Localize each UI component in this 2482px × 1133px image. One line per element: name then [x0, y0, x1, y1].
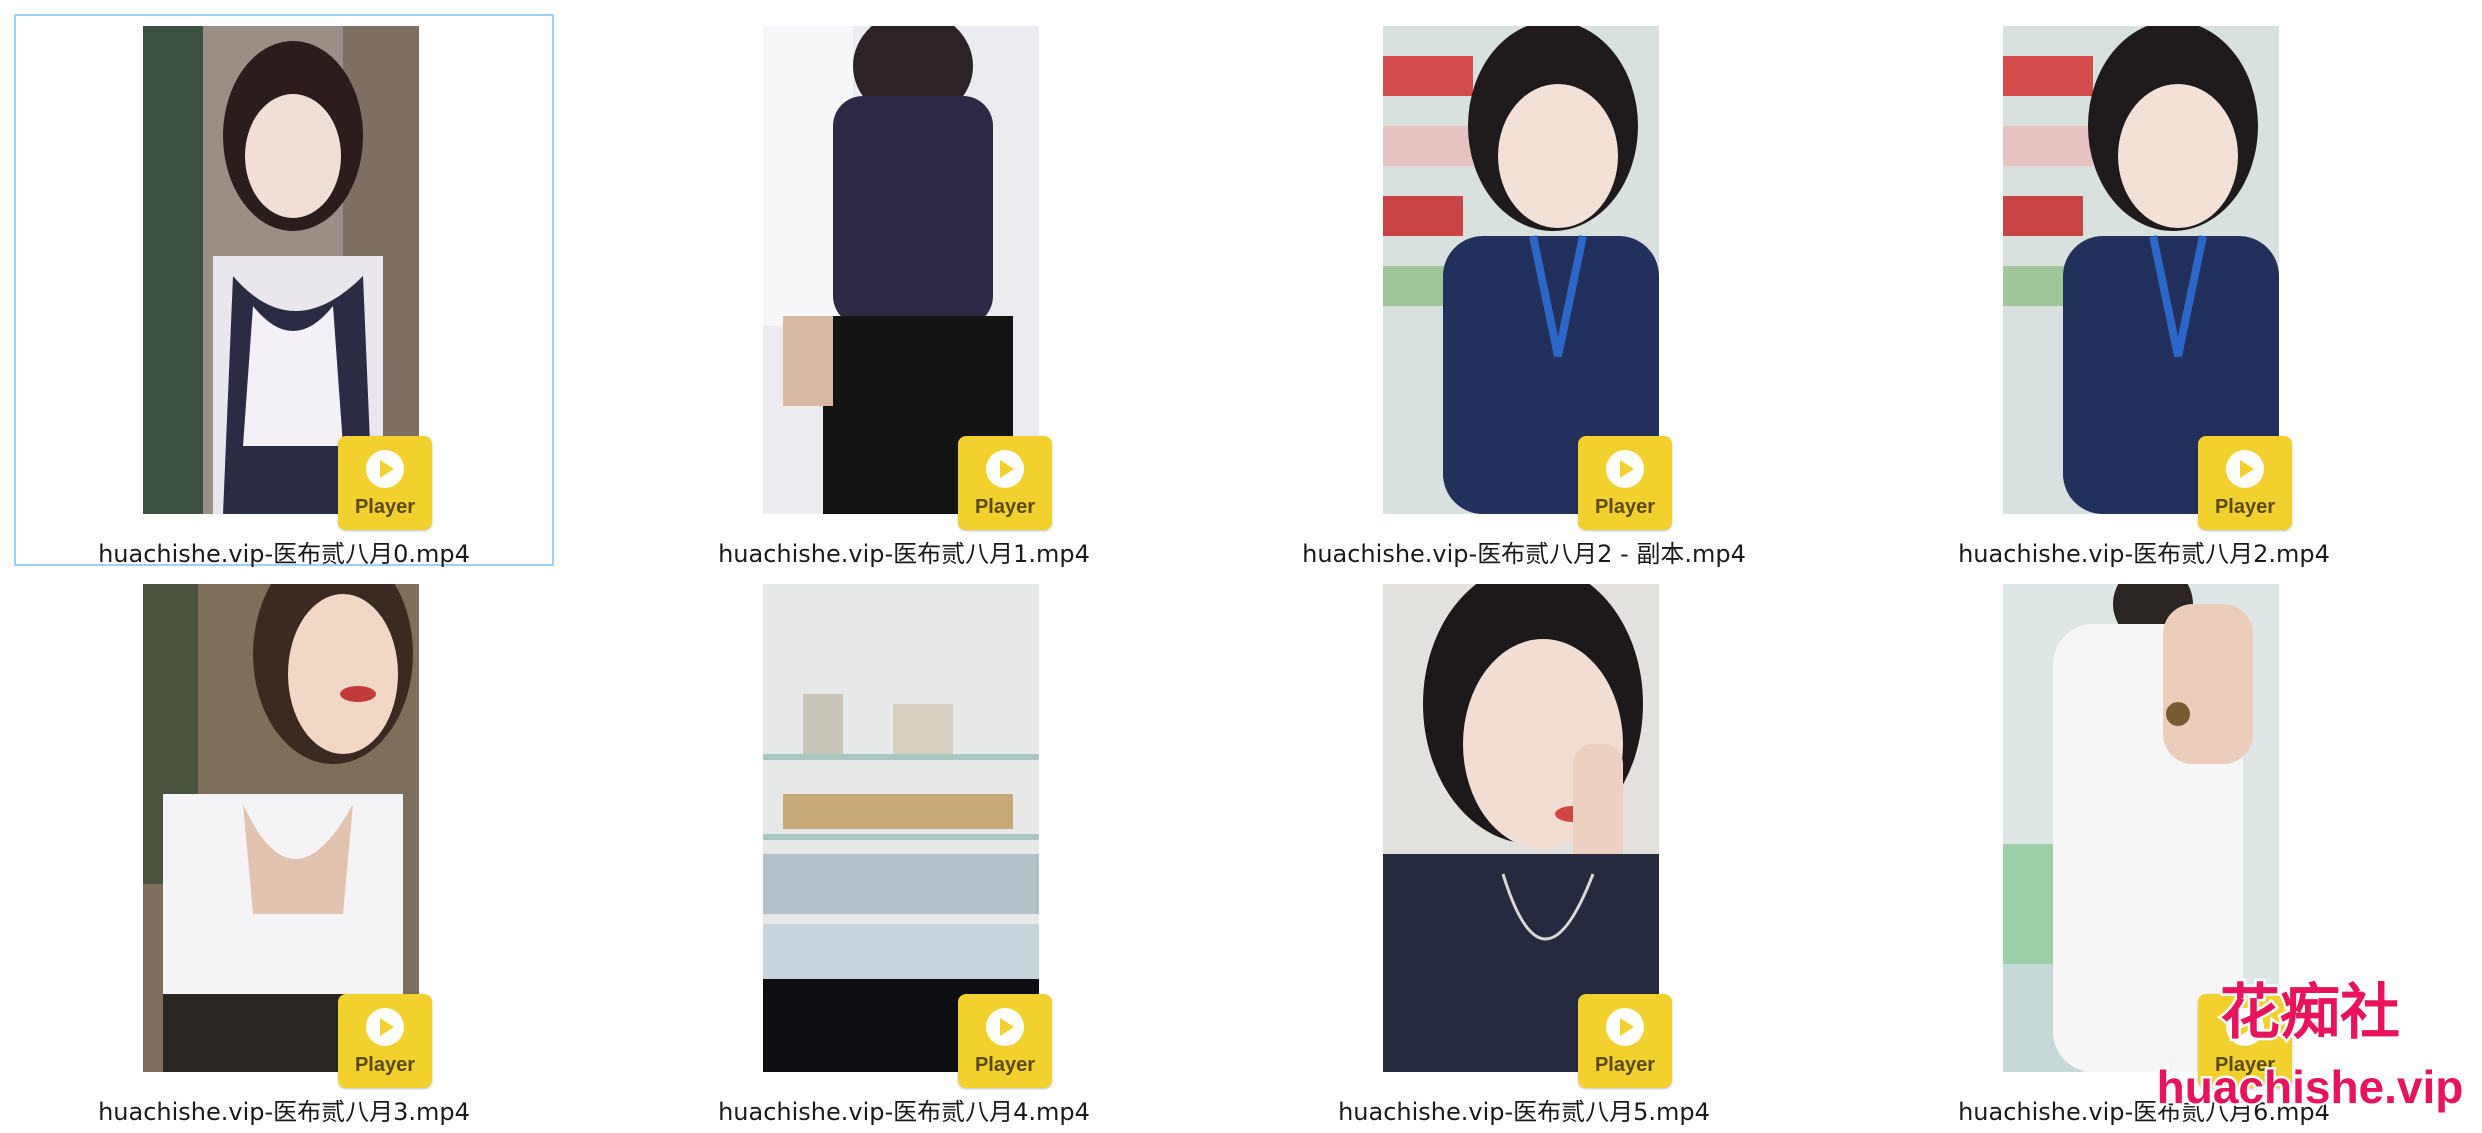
player-badge: Player — [338, 994, 432, 1088]
play-icon — [366, 450, 404, 488]
file-name[interactable]: huachishe.vip-医布贰八月2 - 副本.mp4 — [1256, 534, 1792, 569]
site-watermark: 花痴社 huachishe.vip — [2150, 971, 2470, 1121]
file-tile[interactable]: Player huachishe.vip-医布贰八月0.mp4 — [14, 14, 554, 569]
player-badge: Player — [338, 436, 432, 530]
file-name[interactable]: huachishe.vip-医布贰八月4.mp4 — [636, 1092, 1172, 1127]
file-name[interactable]: huachishe.vip-医布贰八月1.mp4 — [636, 534, 1172, 569]
play-icon — [1606, 1008, 1644, 1046]
play-icon — [986, 450, 1024, 488]
file-grid: Player huachishe.vip-医布贰八月0.mp4 Player h… — [0, 0, 2482, 1133]
play-icon — [986, 1008, 1024, 1046]
player-badge: Player — [958, 436, 1052, 530]
file-name[interactable]: huachishe.vip-医布贰八月3.mp4 — [16, 1092, 552, 1127]
play-icon — [366, 1008, 404, 1046]
file-tile[interactable]: Player huachishe.vip-医布贰八月3.mp4 — [14, 572, 554, 1127]
player-badge: Player — [2198, 436, 2292, 530]
player-badge: Player — [958, 994, 1052, 1088]
play-icon — [2226, 450, 2264, 488]
file-name[interactable]: huachishe.vip-医布贰八月0.mp4 — [16, 534, 552, 569]
file-tile[interactable]: Player huachishe.vip-医布贰八月4.mp4 — [634, 572, 1174, 1127]
play-icon — [1606, 450, 1644, 488]
player-badge: Player — [1578, 436, 1672, 530]
player-badge: Player — [1578, 994, 1672, 1088]
file-name[interactable]: huachishe.vip-医布贰八月5.mp4 — [1256, 1092, 1792, 1127]
file-tile[interactable]: Player huachishe.vip-医布贰八月2.mp4 — [1874, 14, 2414, 569]
file-tile[interactable]: Player huachishe.vip-医布贰八月1.mp4 — [634, 14, 1174, 569]
file-tile[interactable]: Player huachishe.vip-医布贰八月2 - 副本.mp4 — [1254, 14, 1794, 569]
watermark-title: 花痴社 — [2220, 978, 2400, 1048]
watermark-url: huachishe.vip — [2157, 1061, 2464, 1113]
file-name[interactable]: huachishe.vip-医布贰八月2.mp4 — [1876, 534, 2412, 569]
file-tile[interactable]: Player huachishe.vip-医布贰八月5.mp4 — [1254, 572, 1794, 1127]
